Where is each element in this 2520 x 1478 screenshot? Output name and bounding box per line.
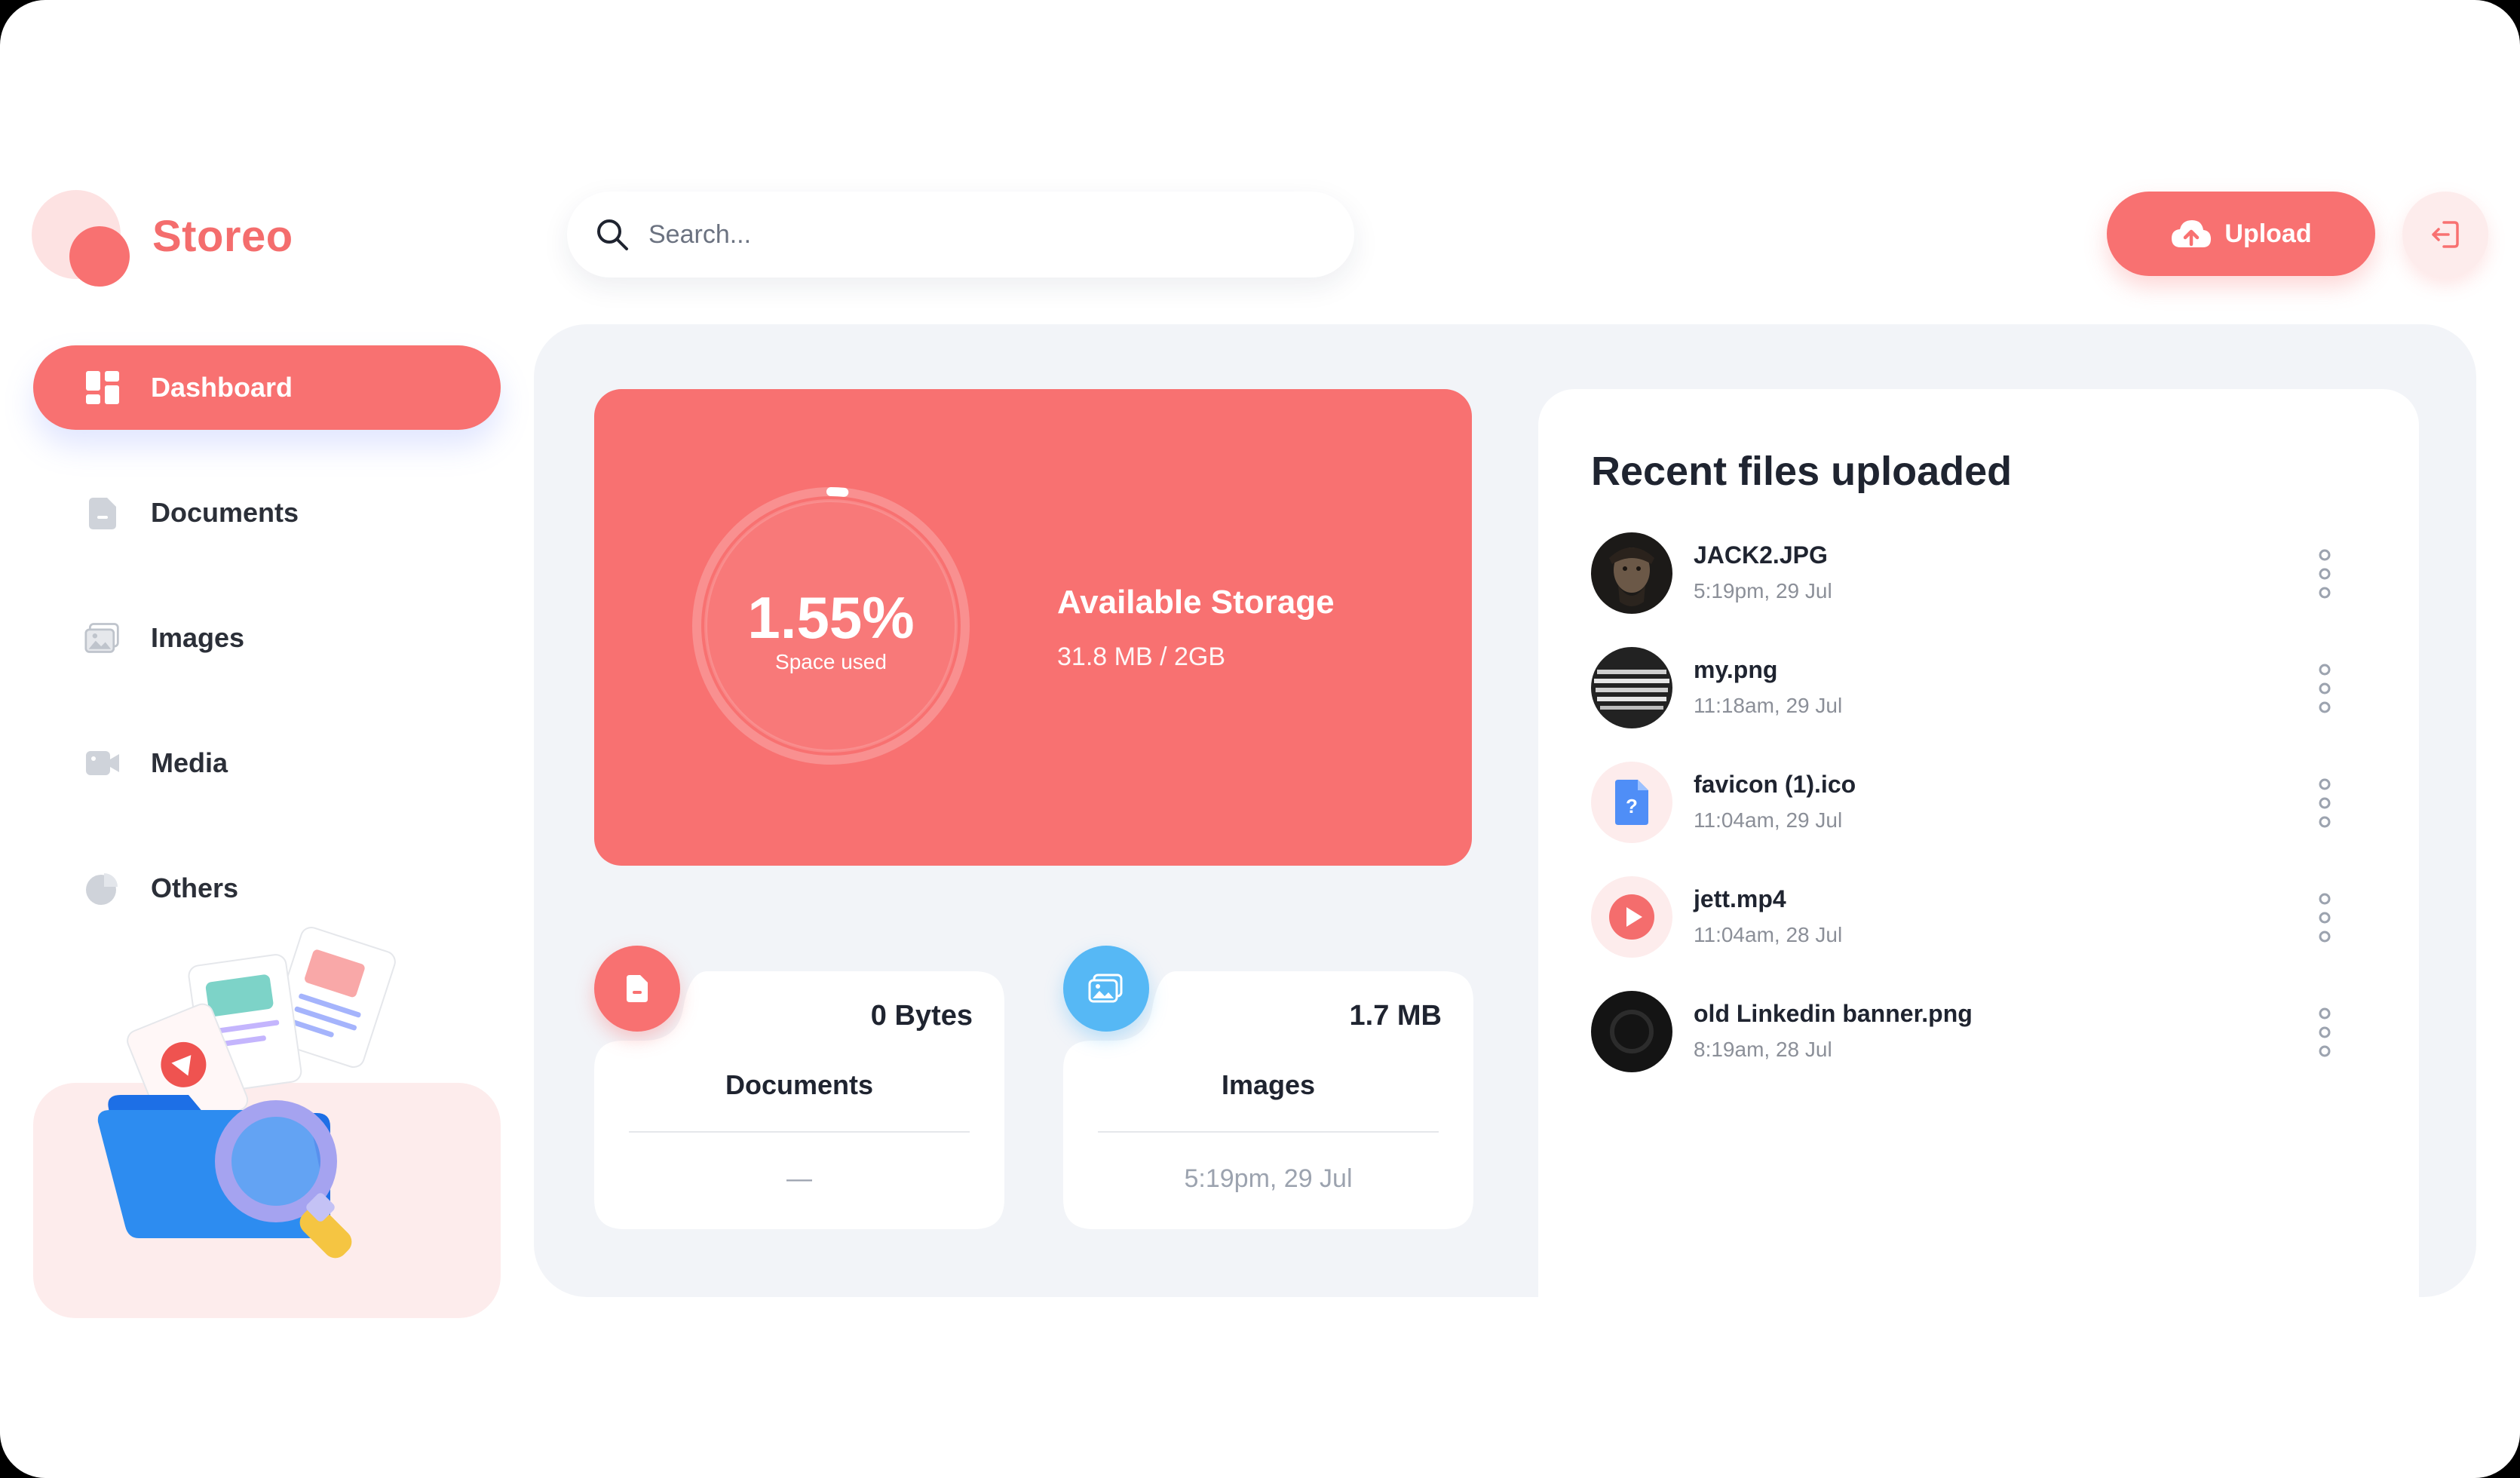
- images-icon: [1088, 974, 1123, 1003]
- unknown-file-icon: ?: [1591, 762, 1672, 843]
- more-options-icon[interactable]: [2313, 891, 2336, 944]
- text-image-thumbnail: [1591, 647, 1672, 728]
- storage-percent: 1.55%: [747, 584, 915, 651]
- app-name: Storeo: [152, 212, 293, 261]
- list-item[interactable]: old Linkedin banner.png 8:19am, 28 Jul: [1591, 991, 2375, 1105]
- more-options-icon[interactable]: [2313, 777, 2336, 829]
- file-name: JACK2.JPG: [1694, 541, 1828, 569]
- sidebar-item-others[interactable]: Others: [33, 846, 501, 931]
- sidebar-item-label: Documents: [151, 497, 299, 528]
- stat-divider: [629, 1131, 970, 1133]
- sidebar-item-label: Media: [151, 747, 228, 778]
- logout-button[interactable]: [2402, 192, 2488, 278]
- sidebar-item-media[interactable]: Media: [33, 721, 501, 805]
- pie-chart-icon: [84, 870, 121, 906]
- upload-button-label: Upload: [2224, 219, 2312, 248]
- sidebar-item-label: Dashboard: [151, 372, 293, 403]
- more-options-icon[interactable]: [2313, 1006, 2336, 1059]
- sidebar-item-dashboard[interactable]: Dashboard: [33, 345, 501, 430]
- documents-badge: [594, 946, 680, 1032]
- sidebar-nav: Dashboard Documents Images Media Others: [33, 345, 501, 971]
- search-icon: [597, 219, 628, 250]
- recent-files-panel: Recent files uploaded JACK2.JPG 5:19pm,: [1538, 389, 2419, 1297]
- document-icon: [84, 495, 121, 531]
- images-icon: [84, 620, 121, 656]
- images-last-update: 5:19pm, 29 Jul: [1184, 1164, 1353, 1193]
- images-label: Images: [1221, 1069, 1316, 1100]
- search-input[interactable]: [648, 219, 1297, 250]
- dashboard-icon: [84, 370, 121, 406]
- file-time: 11:04am, 29 Jul: [1694, 808, 1843, 832]
- upload-button[interactable]: Upload: [2107, 192, 2375, 276]
- file-time: 11:04am, 28 Jul: [1694, 923, 1843, 946]
- list-item[interactable]: my.png 11:18am, 29 Jul: [1591, 647, 2375, 762]
- recent-files-list: JACK2.JPG 5:19pm, 29 Jul my.png 11:18am,…: [1591, 532, 2375, 1105]
- file-name: jett.mp4: [1694, 885, 1786, 912]
- stat-divider: [1098, 1131, 1439, 1133]
- file-time: 8:19am, 28 Jul: [1694, 1038, 1832, 1061]
- sidebar-item-documents[interactable]: Documents: [33, 471, 501, 555]
- search-bar[interactable]: [567, 192, 1354, 278]
- list-item[interactable]: jett.mp4 11:04am, 28 Jul: [1591, 876, 2375, 991]
- storage-summary-card: 1.55% Space used Available Storage 31.8 …: [594, 389, 1472, 866]
- more-options-icon[interactable]: [2313, 547, 2336, 600]
- svg-text:?: ?: [1626, 795, 1638, 817]
- storage-ring-caption: Space used: [775, 650, 887, 673]
- dashboard-main-panel: 1.55% Space used Available Storage 31.8 …: [534, 324, 2476, 1297]
- file-time: 11:18am, 29 Jul: [1694, 694, 1843, 717]
- file-name: my.png: [1694, 656, 1778, 683]
- folder-search-illustration: [90, 920, 437, 1274]
- recent-files-title: Recent files uploaded: [1591, 449, 2013, 494]
- logo-mark-small-circle: [69, 226, 130, 287]
- video-icon: [84, 745, 121, 781]
- documents-label: Documents: [725, 1069, 874, 1100]
- file-name: favicon (1).ico: [1694, 771, 1856, 798]
- images-stat-card[interactable]: 1.7 MB Images 5:19pm, 29 Jul: [1063, 946, 1473, 1229]
- logout-icon: [2432, 221, 2459, 248]
- documents-size: 0 Bytes: [870, 1000, 973, 1032]
- more-options-icon[interactable]: [2313, 662, 2336, 715]
- dark-image-thumbnail: [1591, 991, 1672, 1072]
- images-size: 1.7 MB: [1349, 1000, 1442, 1032]
- sidebar-item-label: Others: [151, 872, 239, 903]
- list-item[interactable]: ? favicon (1).ico 11:04am, 29 Jul: [1591, 762, 2375, 876]
- storage-title: Available Storage: [1057, 584, 1335, 621]
- file-name: old Linkedin banner.png: [1694, 1000, 1973, 1027]
- brand-logo[interactable]: Storeo: [32, 190, 348, 288]
- document-icon: [627, 975, 648, 1002]
- list-item[interactable]: JACK2.JPG 5:19pm, 29 Jul: [1591, 532, 2375, 647]
- sidebar-item-label: Images: [151, 622, 245, 653]
- storage-usage-text: 31.8 MB / 2GB: [1057, 642, 1225, 671]
- images-badge: [1063, 946, 1149, 1032]
- sidebar-item-images[interactable]: Images: [33, 596, 501, 680]
- file-time: 5:19pm, 29 Jul: [1694, 579, 1832, 603]
- documents-last-update: —: [786, 1164, 812, 1193]
- portrait-photo-thumbnail: [1591, 532, 1672, 614]
- documents-stat-card[interactable]: 0 Bytes Documents —: [594, 946, 1004, 1229]
- app-window: Storeo Dashboard Documents Images Media …: [0, 0, 2520, 1478]
- play-icon: [1591, 876, 1672, 958]
- cloud-upload-icon: [2172, 220, 2212, 247]
